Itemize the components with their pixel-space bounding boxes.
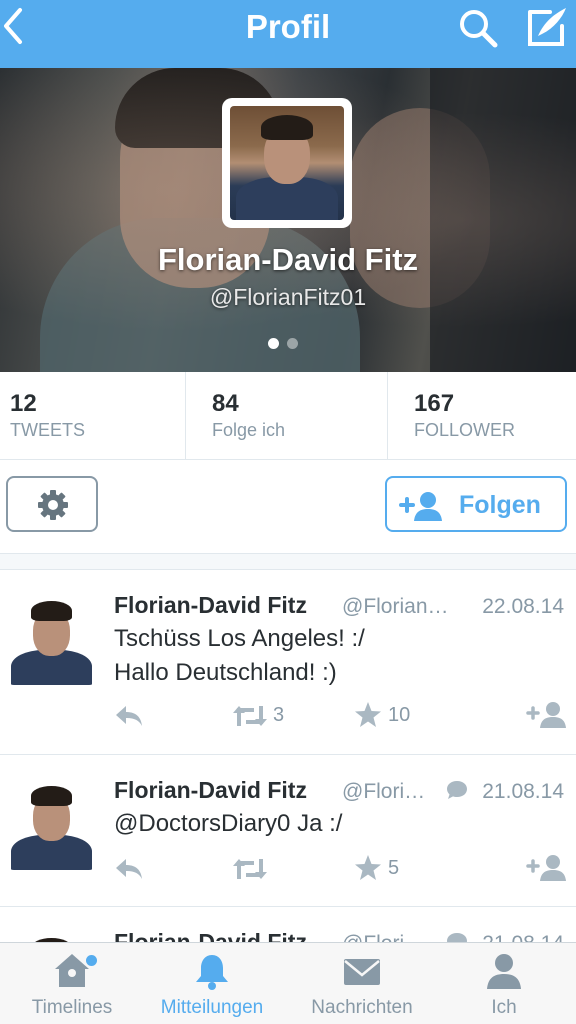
retweet-icon[interactable]: [232, 857, 268, 881]
settings-button[interactable]: [6, 476, 98, 532]
stat-followers-label: FOLLOWER: [414, 420, 516, 440]
reply-icon[interactable]: [114, 857, 144, 881]
add-user-icon[interactable]: [526, 701, 568, 729]
search-button[interactable]: [456, 6, 500, 50]
favorite-count: 5: [388, 857, 400, 879]
tweet-author-name[interactable]: Florian-David Fitz: [114, 777, 307, 804]
tweet[interactable]: Florian-David Fitz @Flori… 21.08.14 @Doc…: [0, 755, 576, 907]
tab-label: Mitteilungen: [160, 997, 264, 1018]
person-icon: [487, 954, 521, 989]
page-dot: [287, 338, 298, 349]
tab-label: Nachrichten: [311, 997, 413, 1018]
tab-timelines[interactable]: Timelines: [0, 943, 144, 1024]
stat-tweets[interactable]: 12 TWEETS: [0, 372, 185, 460]
retweet-icon[interactable]: [232, 704, 268, 728]
section-divider: [0, 553, 576, 570]
bell-icon: [196, 955, 228, 990]
tab-me[interactable]: Ich: [432, 943, 576, 1024]
reply-icon[interactable]: [114, 704, 144, 728]
tweet-avatar[interactable]: [6, 594, 97, 685]
add-user-icon[interactable]: [526, 854, 568, 882]
tweet-text: Tschüss Los Angeles! :/ Hallo Deutschlan…: [114, 622, 365, 690]
stat-following[interactable]: 84 Folge ich: [185, 372, 387, 460]
favorite-count: 10: [388, 704, 411, 726]
compose-icon: [528, 8, 566, 46]
add-user-icon: [399, 492, 442, 521]
tweet-date: 22.08.14: [482, 595, 564, 618]
retweet-count: 3: [273, 704, 285, 726]
tweet-date: 21.08.14: [482, 780, 564, 803]
stat-tweets-value: 12: [10, 390, 37, 417]
avatar-photo: [230, 106, 344, 220]
tweet-avatar[interactable]: [6, 779, 97, 870]
tab-notifications[interactable]: Mitteilungen: [138, 943, 286, 1024]
profile-header: Florian-David Fitz @FlorianFitz01: [0, 68, 576, 372]
stat-following-label: Folge ich: [212, 420, 286, 440]
tweet[interactable]: Florian-David Fitz @Florian… 22.08.14 Ts…: [0, 570, 576, 755]
nav-bar: Profil: [0, 0, 576, 68]
follow-button[interactable]: Folgen: [385, 476, 567, 532]
stat-followers[interactable]: 167 FOLLOWER: [387, 372, 576, 460]
tweet-text-line: @DoctorsDiary0 Ja :/: [114, 810, 343, 837]
page-dot-active: [268, 338, 279, 349]
tab-messages[interactable]: Nachrichten: [290, 943, 434, 1024]
gear-icon: [38, 490, 68, 520]
stat-tweets-label: TWEETS: [10, 420, 85, 440]
stat-following-value: 84: [212, 390, 239, 417]
page-indicator[interactable]: [268, 336, 306, 349]
profile-name: Florian-David Fitz: [157, 242, 419, 277]
search-icon: [460, 10, 498, 48]
tab-label: Timelines: [31, 997, 113, 1018]
tweet-author-handle: @Florian…: [342, 595, 449, 618]
tab-bar: Timelines Mitteilungen Nachrichten Ich: [0, 942, 576, 1024]
star-icon[interactable]: [354, 854, 382, 882]
profile-handle: @FlorianFitz01: [209, 284, 367, 310]
tweet-author-name[interactable]: Florian-David Fitz: [114, 592, 307, 619]
tweet-text-line: Tschüss Los Angeles! :/: [114, 625, 365, 652]
profile-stats: 12 TWEETS 84 Folge ich 167 FOLLOWER: [0, 372, 576, 460]
star-icon[interactable]: [354, 701, 382, 729]
envelope-icon: [344, 959, 380, 985]
follow-button-label: Folgen: [459, 491, 541, 519]
stat-followers-value: 167: [414, 390, 455, 417]
tweet-text-line: Hallo Deutschland! :): [114, 659, 337, 686]
notification-dot: [86, 955, 97, 966]
profile-avatar[interactable]: [222, 98, 352, 228]
profile-actions: Folgen: [0, 460, 576, 556]
tweet-text: @DoctorsDiary0 Ja :/: [114, 807, 342, 841]
tab-label: Ich: [491, 997, 517, 1018]
compose-button[interactable]: [524, 4, 570, 50]
tweet-author-handle: @Flori…: [342, 780, 426, 803]
conversation-icon: [447, 781, 467, 799]
